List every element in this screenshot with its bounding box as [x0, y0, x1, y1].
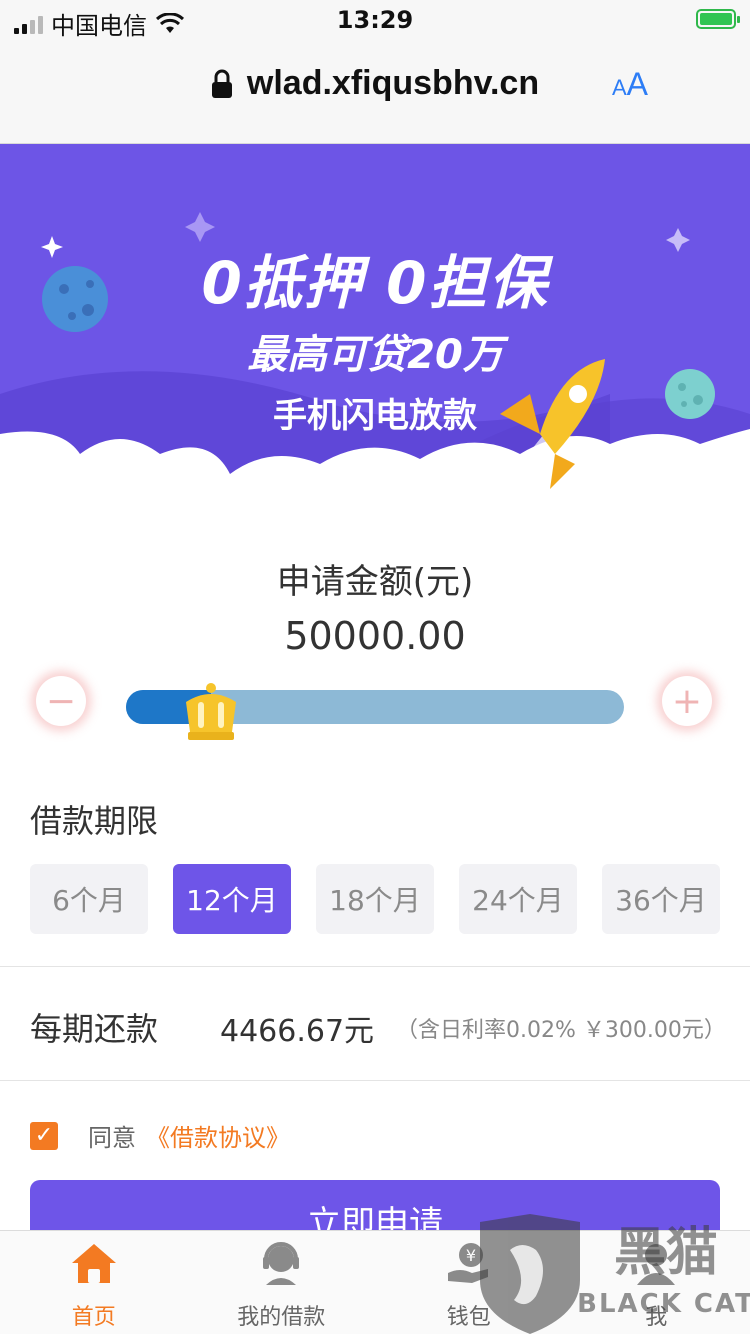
url-text[interactable]: wlad.xfiqusbhv.cn — [247, 64, 539, 103]
agreement-checkbox[interactable]: ✓ — [30, 1121, 58, 1150]
slider-handle-crown-icon[interactable] — [182, 682, 240, 742]
repayment-note: （含日利率0.02% ￥300.00元） — [396, 1018, 726, 1043]
tab-home[interactable]: 首页 — [0, 1231, 188, 1334]
term-option[interactable]: 36个月 — [602, 864, 720, 934]
clock: 13:29 — [336, 6, 414, 34]
watermark-brand: 黑猫 — [614, 1223, 718, 1283]
loan-term-title: 借款期限 — [30, 802, 159, 840]
term-option[interactable]: 24个月 — [459, 864, 577, 934]
tab-label: 首页 — [71, 1305, 116, 1330]
term-option[interactable]: 12个月 — [173, 864, 291, 934]
text-size-button[interactable]: AA — [612, 66, 648, 103]
loan-term-options: 6个月 12个月 18个月 24个月 36个月 — [30, 864, 720, 934]
watermark-brand-en: BLACK CAT — [577, 1289, 750, 1319]
agreement-row: ✓ 同意 《借款协议》 — [30, 1118, 290, 1153]
amount-value: 50000.00 — [284, 614, 466, 658]
tab-label: 我的借款 — [237, 1305, 326, 1330]
repayment-value: 4466.67元 — [220, 1014, 375, 1049]
status-bar: 中国电信 13:29 — [0, 0, 750, 44]
browser-address-bar[interactable]: wlad.xfiqusbhv.cn AA — [0, 44, 750, 144]
battery-icon — [696, 9, 740, 29]
loan-agreement-link[interactable]: 《借款协议》 — [146, 1118, 290, 1153]
black-cat-watermark: 黑猫 BLACK CAT — [480, 1214, 750, 1334]
amount-label: 申请金额(元) — [276, 562, 474, 602]
divider — [0, 1080, 750, 1081]
customer-service-icon — [263, 1242, 300, 1285]
increase-amount-button[interactable]: + — [662, 676, 712, 726]
term-option[interactable]: 6个月 — [30, 864, 148, 934]
text-size-large-label: A — [626, 66, 648, 102]
tab-my-loans[interactable]: 我的借款 — [188, 1231, 376, 1334]
promo-banner: 0抵押 0担保 最高可贷20万 手机闪电放款 — [0, 144, 750, 514]
text-size-small-label: A — [611, 75, 627, 100]
home-icon — [71, 1244, 116, 1283]
agreement-text: 同意 — [88, 1124, 136, 1152]
banner-subtitle: 最高可贷20万 — [247, 332, 503, 378]
banner-headline: 0抵押 0担保 — [201, 249, 549, 317]
lock-icon — [211, 69, 232, 98]
divider — [0, 966, 750, 967]
term-option[interactable]: 18个月 — [316, 864, 434, 934]
decrease-amount-button[interactable]: − — [36, 676, 86, 726]
repayment-label: 每期还款 — [30, 1010, 159, 1048]
check-icon: ✓ — [34, 1123, 54, 1148]
banner-tagline: 手机闪电放款 — [273, 396, 477, 436]
minus-icon: − — [45, 680, 77, 722]
plus-icon: + — [671, 680, 703, 722]
